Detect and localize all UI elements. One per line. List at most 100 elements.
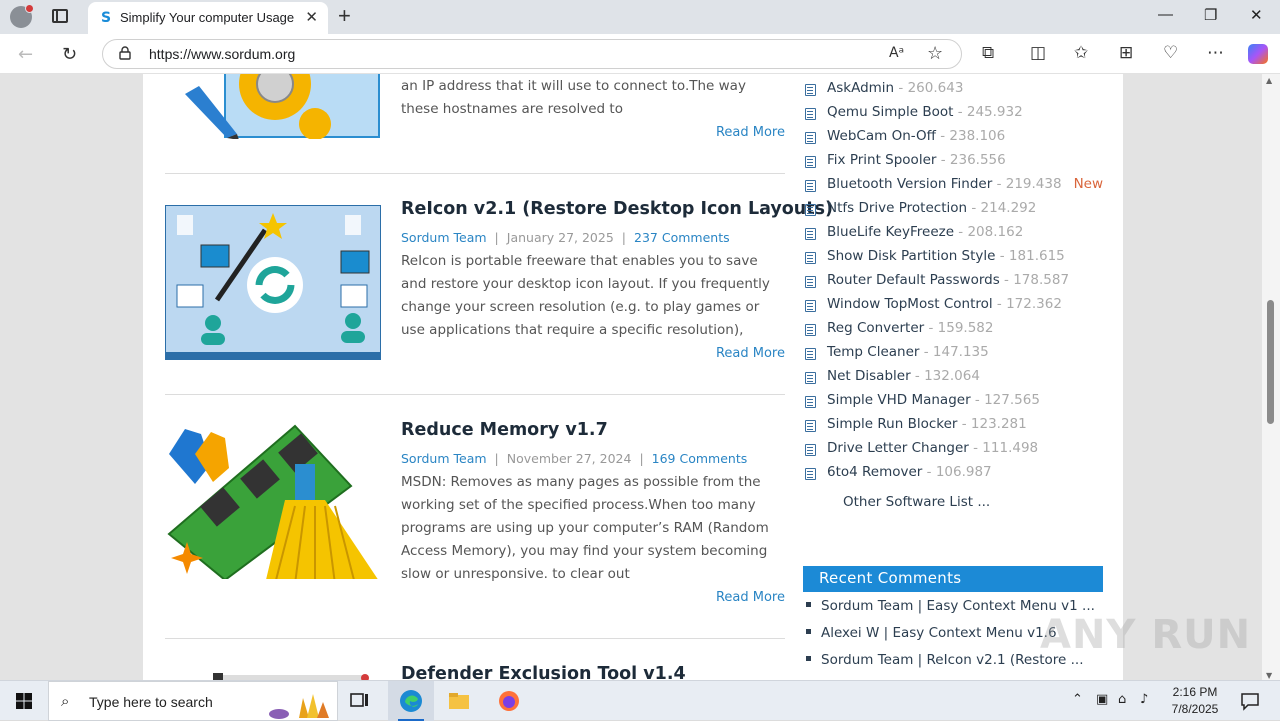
software-link[interactable]: Qemu Simple Boot - 245.932: [827, 104, 1023, 120]
software-name[interactable]: Temp Cleaner: [827, 344, 919, 360]
minimize-button[interactable]: —: [1158, 6, 1173, 23]
settings-more-icon[interactable]: ⋯: [1207, 43, 1224, 63]
scrollbar-thumb[interactable]: [1267, 300, 1274, 424]
address-bar[interactable]: https://www.sordum.org Aᵃ ☆: [102, 39, 962, 69]
software-link[interactable]: Temp Cleaner - 147.135: [827, 344, 989, 360]
edge-browser-icon[interactable]: [399, 689, 423, 713]
software-link[interactable]: Fix Print Spooler - 236.556: [827, 152, 1006, 168]
software-name[interactable]: Ntfs Drive Protection: [827, 200, 967, 216]
new-tab-button[interactable]: +: [338, 3, 351, 29]
software-link[interactable]: Show Disk Partition Style - 181.615: [827, 248, 1065, 264]
post-thumbnail-reicon[interactable]: [165, 205, 381, 360]
post-comments-link[interactable]: 237 Comments: [634, 230, 730, 245]
refresh-icon[interactable]: ↻: [62, 44, 77, 65]
software-name[interactable]: Router Default Passwords: [827, 272, 1000, 288]
file-explorer-icon[interactable]: [447, 689, 471, 713]
software-name[interactable]: AskAdmin: [827, 80, 894, 96]
post-thumbnail-reduce-memory[interactable]: [165, 424, 381, 579]
software-link[interactable]: Drive Letter Changer - 111.498: [827, 440, 1038, 456]
recent-comment-text[interactable]: Alexei W | Easy Context Menu v1.6: [821, 625, 1057, 641]
software-link[interactable]: WebCam On-Off - 238.106: [827, 128, 1005, 144]
software-name[interactable]: Fix Print Spooler: [827, 152, 936, 168]
network-icon[interactable]: ⌂: [1118, 692, 1126, 707]
post-title[interactable]: ReIcon v2.1 (Restore Desktop Icon Layout…: [401, 199, 833, 219]
post-comments-link[interactable]: 169 Comments: [652, 451, 748, 466]
post-thumbnail-settings[interactable]: [165, 74, 381, 139]
post-title[interactable]: Reduce Memory v1.7: [401, 420, 608, 440]
download-count: - 238.106: [935, 128, 1006, 144]
extensions-icon[interactable]: ⧉: [982, 43, 994, 63]
software-name[interactable]: Bluetooth Version Finder: [827, 176, 992, 192]
volume-icon[interactable]: ♪: [1140, 692, 1148, 707]
software-name[interactable]: Reg Converter: [827, 320, 924, 336]
collections-icon[interactable]: ⊞: [1119, 43, 1133, 63]
document-icon: [805, 468, 816, 480]
back-arrow-icon[interactable]: ←: [18, 44, 33, 65]
read-aloud-icon[interactable]: Aᵃ: [889, 45, 904, 61]
tab-actions-icon[interactable]: [52, 9, 68, 23]
bullet-icon: [806, 629, 811, 634]
taskbar-clock[interactable]: 2:16 PM 7/8/2025: [1160, 684, 1230, 718]
tab-close-icon[interactable]: ✕: [305, 8, 318, 26]
task-view-icon[interactable]: [348, 689, 372, 713]
tray-overflow-icon[interactable]: ⌃: [1072, 692, 1083, 707]
software-name[interactable]: 6to4 Remover: [827, 464, 922, 480]
software-name[interactable]: Window TopMost Control: [827, 296, 993, 312]
browser-essentials-icon[interactable]: ♡: [1163, 43, 1178, 63]
document-icon: [805, 348, 816, 360]
post-date: November 27, 2024: [506, 451, 632, 466]
firefox-icon[interactable]: [497, 689, 521, 713]
read-more-link[interactable]: Read More: [716, 590, 785, 605]
software-name[interactable]: Qemu Simple Boot: [827, 104, 953, 120]
profile-avatar-icon[interactable]: [10, 4, 34, 28]
split-screen-icon[interactable]: ◫: [1030, 43, 1046, 63]
windows-start-icon[interactable]: [16, 693, 32, 709]
software-link[interactable]: Window TopMost Control - 172.362: [827, 296, 1062, 312]
download-count: - 260.643: [894, 80, 964, 96]
download-count: - 147.135: [919, 344, 989, 360]
browser-tab-active[interactable]: S Simplify Your computer Usage ✕: [88, 2, 328, 34]
taskbar-search-box[interactable]: ⌕ Type here to search: [48, 681, 338, 721]
software-link[interactable]: Reg Converter - 159.582: [827, 320, 993, 336]
post-author-link[interactable]: Sordum Team: [401, 451, 487, 466]
software-name[interactable]: Simple VHD Manager: [827, 392, 971, 408]
software-name[interactable]: BlueLife KeyFreeze: [827, 224, 954, 240]
software-link[interactable]: 6to4 Remover - 106.987: [827, 464, 992, 480]
tray-device-icon[interactable]: ▣: [1096, 692, 1108, 707]
software-link[interactable]: Simple Run Blocker - 123.281: [827, 416, 1027, 432]
page-scrollbar[interactable]: ▲ ▼: [1262, 74, 1280, 682]
software-link[interactable]: Simple VHD Manager - 127.565: [827, 392, 1040, 408]
scroll-down-icon[interactable]: ▼: [1266, 671, 1272, 680]
software-link[interactable]: Net Disabler - 132.064: [827, 368, 980, 384]
maximize-button[interactable]: ❐: [1204, 6, 1217, 24]
document-icon: [805, 84, 816, 96]
read-more-link[interactable]: Read More: [716, 125, 785, 140]
scroll-up-icon[interactable]: ▲: [1266, 76, 1272, 85]
copilot-icon[interactable]: [1248, 44, 1268, 64]
download-count: - 159.582: [924, 320, 994, 336]
read-more-link[interactable]: Read More: [716, 346, 785, 361]
post-author-link[interactable]: Sordum Team: [401, 230, 487, 245]
software-name[interactable]: WebCam On-Off: [827, 128, 936, 144]
notifications-icon[interactable]: [1238, 689, 1262, 713]
recent-comment-item[interactable]: Alexei W | Easy Context Menu v1.6: [803, 625, 1057, 641]
software-name[interactable]: Simple Run Blocker: [827, 416, 957, 432]
document-icon: [805, 108, 816, 120]
software-name[interactable]: Show Disk Partition Style: [827, 248, 995, 264]
software-name[interactable]: Drive Letter Changer: [827, 440, 969, 456]
browser-tab-bar: S Simplify Your computer Usage ✕ + — ❐ ✕: [0, 0, 1280, 34]
software-link[interactable]: Ntfs Drive Protection - 214.292: [827, 200, 1036, 216]
software-link[interactable]: Bluetooth Version Finder - 219.438 New: [827, 176, 1103, 192]
url-text[interactable]: https://www.sordum.org: [149, 46, 295, 62]
software-link[interactable]: Router Default Passwords - 178.587: [827, 272, 1069, 288]
other-software-link[interactable]: Other Software List ...: [843, 494, 990, 510]
software-link[interactable]: BlueLife KeyFreeze - 208.162: [827, 224, 1023, 240]
taskbar-edge-active[interactable]: [388, 681, 434, 721]
favorite-star-icon[interactable]: ☆: [927, 43, 943, 64]
favorites-icon[interactable]: ✩: [1074, 43, 1088, 63]
close-window-button[interactable]: ✕: [1250, 6, 1263, 24]
document-icon: [805, 132, 816, 144]
software-link[interactable]: AskAdmin - 260.643: [827, 80, 963, 96]
software-name[interactable]: Net Disabler: [827, 368, 911, 384]
lock-icon[interactable]: [119, 46, 131, 60]
